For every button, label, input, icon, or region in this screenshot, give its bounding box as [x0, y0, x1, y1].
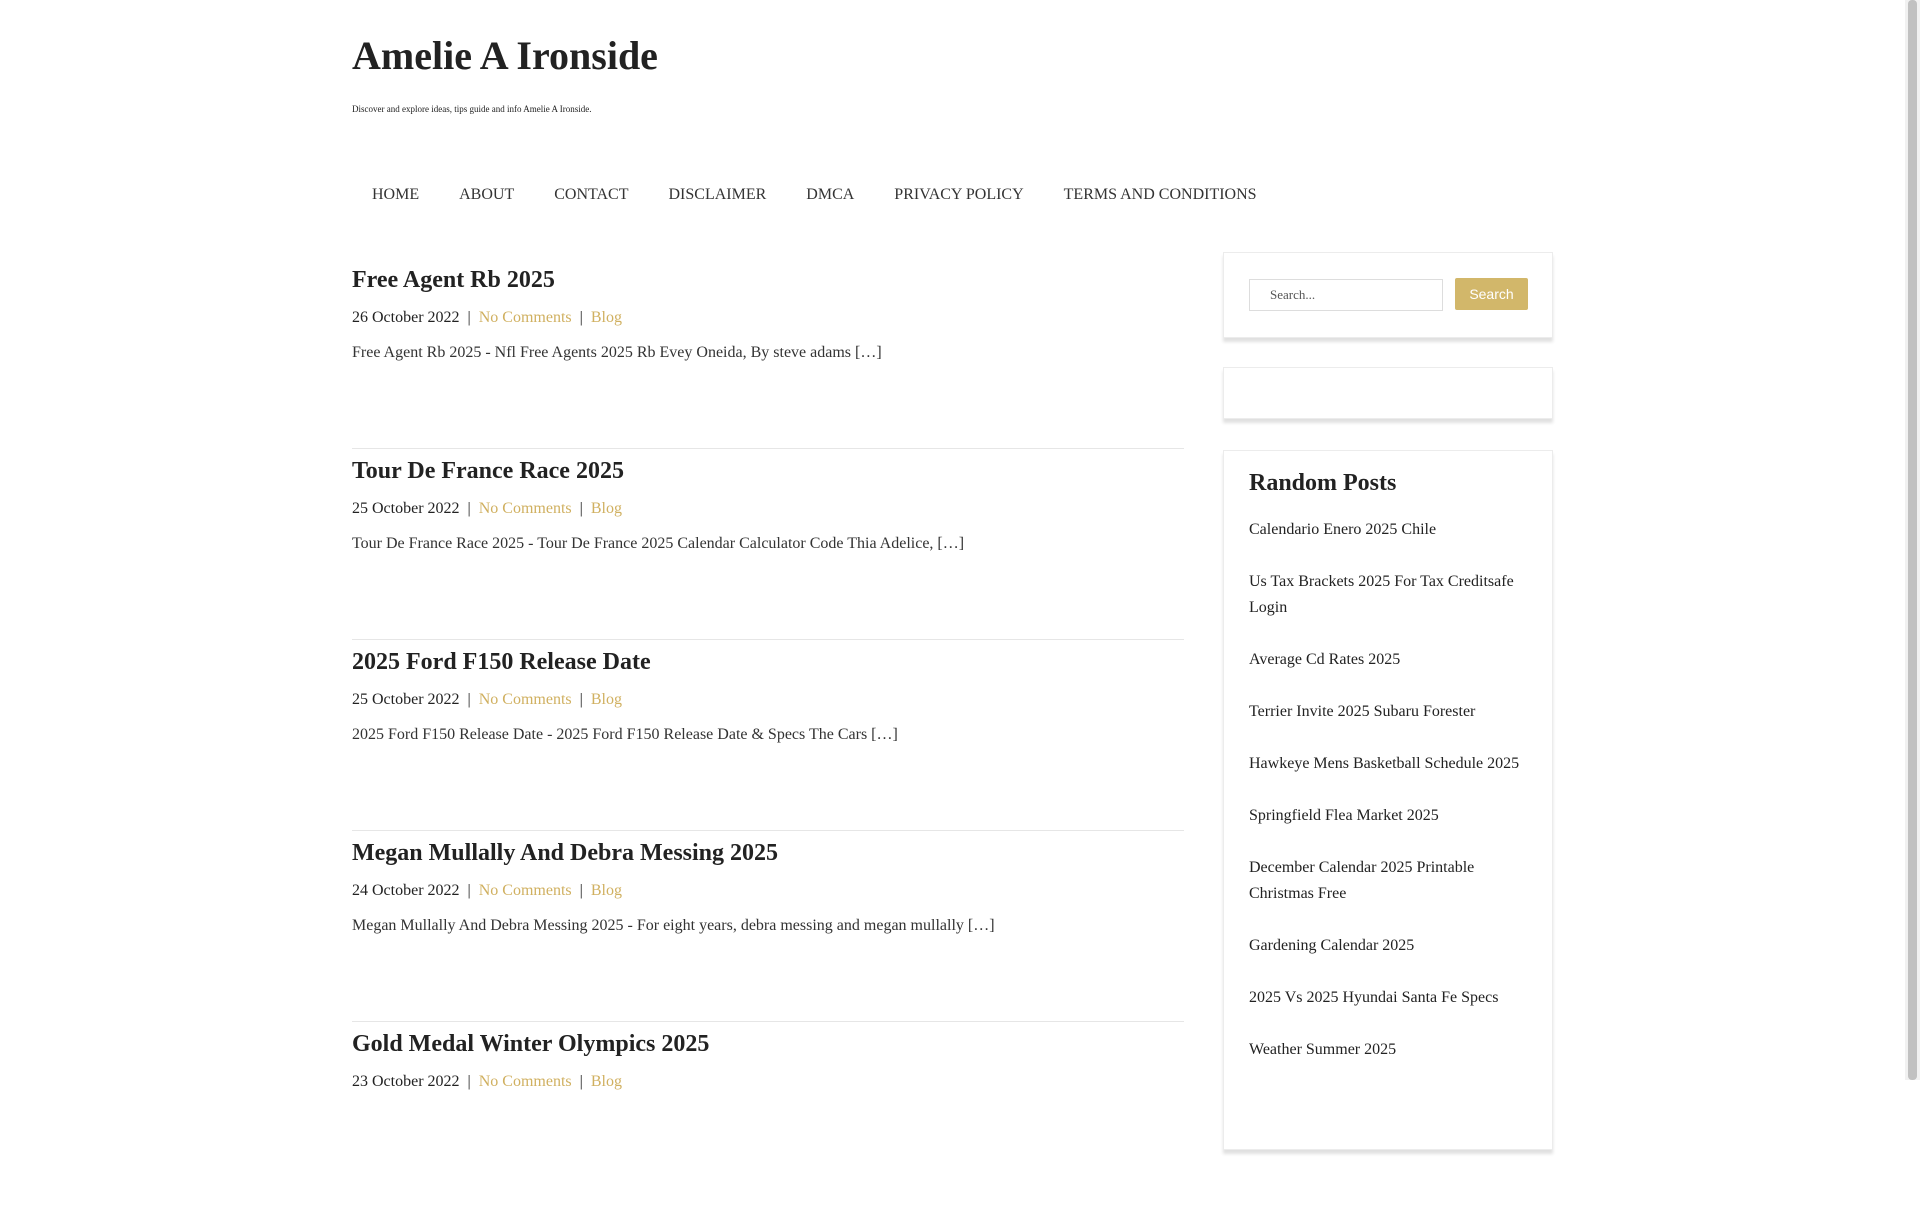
post-item: Tour De France Race 2025 25 October 2022…	[352, 449, 1184, 640]
scrollbar-thumb[interactable]	[1908, 0, 1917, 1080]
random-posts-list: Calendario Enero 2025 Chile Us Tax Brack…	[1249, 517, 1527, 1063]
nav-disclaimer[interactable]: DISCLAIMER	[649, 186, 787, 204]
main-nav: HOME ABOUT CONTACT DISCLAIMER DMCA PRIVA…	[352, 186, 1277, 204]
post-category-link[interactable]: Blog	[591, 500, 622, 517]
post-date: 24 October 2022	[352, 882, 460, 899]
random-post-link[interactable]: Hawkeye Mens Basketball Schedule 2025	[1249, 751, 1527, 777]
nav-contact[interactable]: CONTACT	[534, 186, 648, 204]
post-excerpt: Megan Mullally And Debra Messing 2025 - …	[352, 917, 995, 934]
post-date: 23 October 2022	[352, 1073, 460, 1090]
random-post-link[interactable]: Terrier Invite 2025 Subaru Forester	[1249, 699, 1527, 725]
post-list: Free Agent Rb 2025 26 October 2022 | No Co…	[352, 258, 1184, 1212]
random-posts-title: Random Posts	[1249, 470, 1397, 496]
random-posts-widget: Random Posts Calendario Enero 2025 Chile…	[1223, 450, 1553, 1150]
post-date: 25 October 2022	[352, 500, 460, 517]
random-post-link[interactable]: Us Tax Brackets 2025 For Tax Creditsafe …	[1249, 569, 1527, 621]
meta-separator: |	[579, 882, 583, 899]
post-excerpt: Tour De France Race 2025 - Tour De Franc…	[352, 535, 965, 552]
site-title[interactable]: Amelie A Ironside	[352, 32, 658, 79]
post-excerpt: 2025 Ford F150 Release Date - 2025 Ford …	[352, 726, 898, 743]
sidebar: Search Random Posts Calendario Enero 202…	[1223, 252, 1553, 1150]
post-meta: 23 October 2022 | No Comments | Blog	[352, 1070, 1184, 1094]
post-comments-link[interactable]: No Comments	[479, 882, 572, 899]
post-title[interactable]: Tour De France Race 2025	[352, 449, 1184, 493]
search-widget: Search	[1223, 252, 1553, 338]
post-category-link[interactable]: Blog	[591, 691, 622, 708]
random-post-link[interactable]: 2025 Vs 2025 Hyundai Santa Fe Specs	[1249, 985, 1527, 1011]
post-item: 2025 Ford F150 Release Date 25 October 2…	[352, 640, 1184, 831]
post-date: 26 October 2022	[352, 309, 460, 326]
empty-widget	[1223, 367, 1553, 419]
post-meta: 24 October 2022 | No Comments | Blog	[352, 879, 1184, 903]
search-button[interactable]: Search	[1455, 278, 1528, 310]
random-post-link[interactable]: Weather Summer 2025	[1249, 1037, 1527, 1063]
site-description: Discover and explore ideas, tips guide a…	[352, 104, 592, 114]
post-category-link[interactable]: Blog	[591, 1073, 622, 1090]
random-post-link[interactable]: Springfield Flea Market 2025	[1249, 803, 1527, 829]
post-category-link[interactable]: Blog	[591, 882, 622, 899]
meta-separator: |	[467, 882, 471, 899]
nav-about[interactable]: ABOUT	[439, 186, 534, 204]
post-title[interactable]: Megan Mullally And Debra Messing 2025	[352, 831, 1184, 875]
post-comments-link[interactable]: No Comments	[479, 500, 572, 517]
post-meta: 26 October 2022 | No Comments | Blog	[352, 306, 1184, 330]
nav-privacy-policy[interactable]: PRIVACY POLICY	[874, 186, 1043, 204]
post-title[interactable]: Gold Medal Winter Olympics 2025	[352, 1022, 1184, 1066]
post-title[interactable]: 2025 Ford F150 Release Date	[352, 640, 1184, 684]
nav-home[interactable]: HOME	[352, 186, 439, 204]
post-comments-link[interactable]: No Comments	[479, 309, 572, 326]
post-item: Free Agent Rb 2025 26 October 2022 | No Co…	[352, 258, 1184, 449]
post-title[interactable]: Free Agent Rb 2025	[352, 258, 1184, 302]
random-post-link[interactable]: Calendario Enero 2025 Chile	[1249, 517, 1527, 543]
meta-separator: |	[579, 1073, 583, 1090]
random-post-link[interactable]: Gardening Calendar 2025	[1249, 933, 1527, 959]
nav-terms-and-conditions[interactable]: TERMS AND CONDITIONS	[1044, 186, 1277, 204]
post-meta: 25 October 2022 | No Comments | Blog	[352, 688, 1184, 712]
post-category-link[interactable]: Blog	[591, 309, 622, 326]
meta-separator: |	[467, 500, 471, 517]
post-item: Megan Mullally And Debra Messing 2025 24…	[352, 831, 1184, 1022]
search-input[interactable]	[1249, 279, 1443, 311]
post-item: Gold Medal Winter Olympics 2025 23 Octob…	[352, 1022, 1184, 1212]
meta-separator: |	[467, 691, 471, 708]
meta-separator: |	[467, 1073, 471, 1090]
post-date: 25 October 2022	[352, 691, 460, 708]
random-post-link[interactable]: December Calendar 2025 Printable Christm…	[1249, 855, 1527, 907]
post-meta: 25 October 2022 | No Comments | Blog	[352, 497, 1184, 521]
post-excerpt: Free Agent Rb 2025 - Nfl Free Agents 202…	[352, 344, 882, 361]
post-comments-link[interactable]: No Comments	[479, 691, 572, 708]
random-post-link[interactable]: Average Cd Rates 2025	[1249, 647, 1527, 673]
nav-dmca[interactable]: DMCA	[786, 186, 874, 204]
meta-separator: |	[579, 309, 583, 326]
meta-separator: |	[467, 309, 471, 326]
page-scrollbar[interactable]	[1905, 0, 1920, 1080]
post-comments-link[interactable]: No Comments	[479, 1073, 572, 1090]
meta-separator: |	[579, 691, 583, 708]
meta-separator: |	[579, 500, 583, 517]
